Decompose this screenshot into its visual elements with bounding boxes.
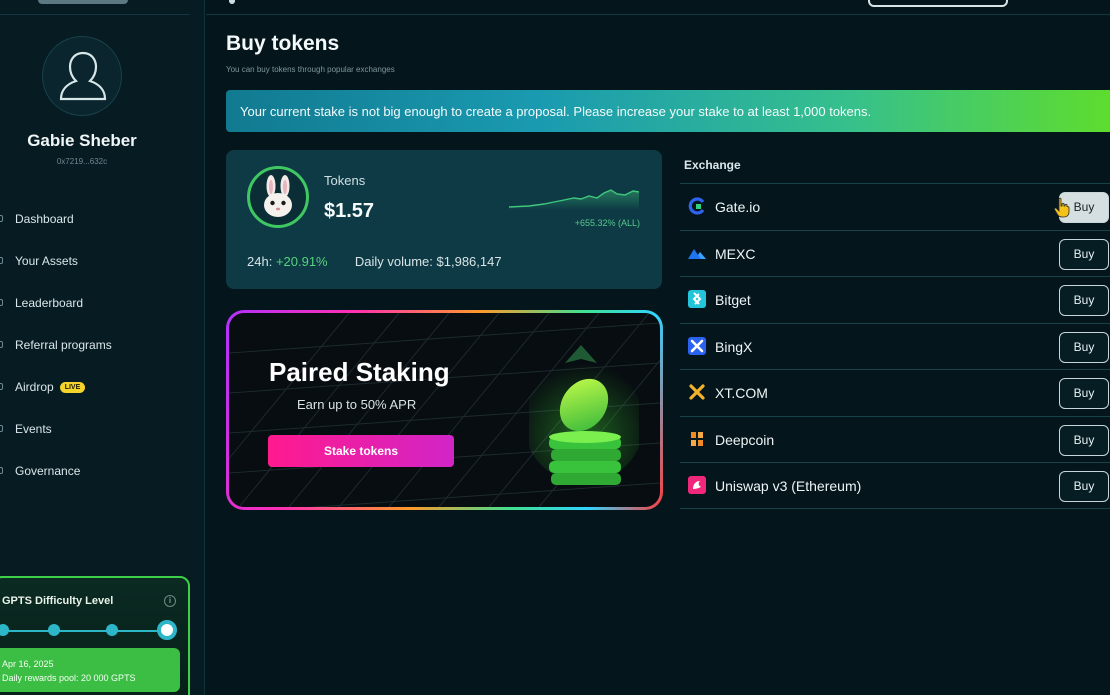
daily-volume: Daily volume: $1,986,147 [354, 254, 502, 269]
exchange-name: BingX [715, 338, 753, 355]
exchange-name: Deepcoin [715, 431, 775, 448]
uniswap-icon [688, 476, 706, 494]
wallet-address: 0x7219...632c [56, 157, 108, 166]
buy-button[interactable]: Buy [1059, 238, 1109, 270]
sidebar-item-referral-programs[interactable]: Referral programs [0, 324, 190, 366]
info-icon[interactable]: i [164, 595, 176, 607]
token-label: Tokens [324, 173, 366, 188]
sidebar-item-label: Leaderboard [15, 296, 84, 310]
promo-subtitle: Earn up to 50% APR [297, 397, 417, 412]
difficulty-step [106, 624, 118, 636]
difficulty-title: GPTS Difficulty Level [2, 595, 114, 607]
sidebar-item-label: Governance [15, 464, 81, 478]
airdrop-icon [0, 383, 3, 390]
events-icon [0, 425, 3, 432]
governance-icon [0, 467, 3, 474]
difficulty-step [0, 624, 9, 636]
token-change-all: +655.32% (ALL) [574, 218, 640, 228]
exchange-row-uniswap: Uniswap v3 (Ethereum) Buy [680, 462, 1110, 509]
sidebar-item-label: Dashboard [15, 212, 74, 226]
exchange-name: Gate.io [715, 199, 761, 215]
promo-title: Paired Staking [269, 357, 450, 387]
page-subtitle: You can buy tokens through popular excha… [226, 65, 395, 74]
difficulty-current-level [157, 620, 177, 640]
change-24h-value: +20.91% [275, 254, 328, 269]
header-button[interactable] [868, 0, 1008, 7]
exchange-row-deepcoin: Deepcoin Buy [680, 415, 1110, 463]
user-silhouette-icon [59, 51, 107, 101]
sidebar-item-leaderboard[interactable]: Leaderboard [0, 282, 190, 324]
buy-button[interactable]: Buy [1059, 285, 1109, 316]
leaderboard-icon [0, 299, 3, 306]
buy-button[interactable]: Buy [1059, 331, 1109, 363]
sidebar-item-events[interactable]: Events [0, 408, 190, 450]
exchange-row-bingx: BingX Buy [680, 322, 1110, 370]
exchange-row-xt: XT.COM Buy [680, 369, 1110, 416]
exchange-list: Gate.io Buy MEXC Buy Bitget Buy BingX Bu… [680, 183, 1110, 509]
sidebar-item-airdrop[interactable]: Airdrop LIVE [0, 366, 190, 408]
back-icon[interactable] [229, 0, 235, 4]
buy-button[interactable]: Buy [1059, 424, 1109, 456]
hand-cursor-icon [1054, 197, 1070, 218]
sidebar-item-label: Airdrop [15, 380, 54, 394]
sidebar-item-governance[interactable]: Governance [0, 450, 190, 492]
banner-text: Your current stake is not big enough to … [240, 103, 872, 119]
deepcoin-icon [691, 431, 703, 446]
change-24h-label: 24h: [247, 254, 273, 269]
sidebar-nav: Dashboard Your Assets Leaderboard Referr… [0, 198, 190, 492]
stake-tokens-button[interactable]: Stake tokens [268, 435, 454, 467]
live-badge: LIVE [59, 381, 86, 393]
sidebar-item-your-assets[interactable]: Your Assets [0, 240, 190, 282]
exchange-row-bitget: Bitget Buy [680, 276, 1110, 323]
paired-staking-card[interactable]: Paired Staking Earn up to 50% APR Stake … [226, 310, 663, 510]
coin-stack-icon [529, 345, 639, 485]
rewards-date: Apr 16, 2025 [2, 659, 54, 669]
difficulty-level-card: GPTS Difficulty Level i Apr 16, 2025 Dai… [0, 576, 190, 695]
token-stats: 24h: +20.91% Daily volume: $1,986,147 [247, 254, 502, 269]
mexc-icon [688, 248, 706, 259]
sidebar-item-dashboard[interactable]: Dashboard [0, 198, 190, 240]
rewards-pool: Daily rewards pool: 20 000 GPTS [2, 673, 136, 683]
exchange-column-header: Exchange [684, 158, 741, 172]
sidebar-item-label: Referral programs [15, 338, 112, 352]
referral-icon [0, 341, 3, 348]
difficulty-step [48, 624, 60, 636]
exchange-name: MEXC [715, 245, 756, 262]
dashboard-icon [0, 215, 3, 222]
exchange-row-gate: Gate.io Buy [680, 183, 1110, 230]
price-sparkline [509, 189, 639, 210]
sidebar-item-label: Your Assets [15, 254, 78, 268]
exchange-name: XT.COM [715, 385, 768, 401]
rewards-pool-box: Apr 16, 2025 Daily rewards pool: 20 000 … [0, 648, 180, 692]
page-title: Buy tokens [226, 32, 340, 55]
bingx-icon [688, 336, 706, 355]
promo-inner: Paired Staking Earn up to 50% APR Stake … [229, 313, 660, 507]
bitget-icon [688, 290, 706, 308]
buy-button[interactable]: Buy [1059, 378, 1109, 409]
exchange-row-mexc: MEXC Buy [680, 229, 1110, 277]
assets-icon [0, 257, 3, 264]
token-price: $1.57 [324, 200, 375, 222]
logo[interactable] [38, 0, 128, 4]
xt-icon [689, 384, 705, 400]
token-logo [247, 166, 309, 228]
gate-icon [688, 197, 705, 215]
stake-warning-banner: Your current stake is not big enough to … [226, 90, 1110, 132]
token-card: Tokens $1.57 +655.32% (ALL) 24h: +20.91%… [226, 150, 662, 289]
difficulty-track [0, 630, 170, 632]
user-name: Gabie Sheber [27, 131, 137, 150]
avatar[interactable] [42, 36, 122, 116]
sidebar: Gabie Sheber 0x7219...632c Dashboard You… [0, 0, 205, 695]
sidebar-item-label: Events [15, 422, 52, 436]
rabbit-icon [264, 175, 292, 217]
exchange-name: Uniswap v3 (Ethereum) [715, 478, 862, 494]
divider [0, 14, 190, 15]
header-divider [206, 14, 1110, 15]
buy-button[interactable]: Buy [1059, 471, 1109, 502]
exchange-name: Bitget [715, 292, 751, 308]
